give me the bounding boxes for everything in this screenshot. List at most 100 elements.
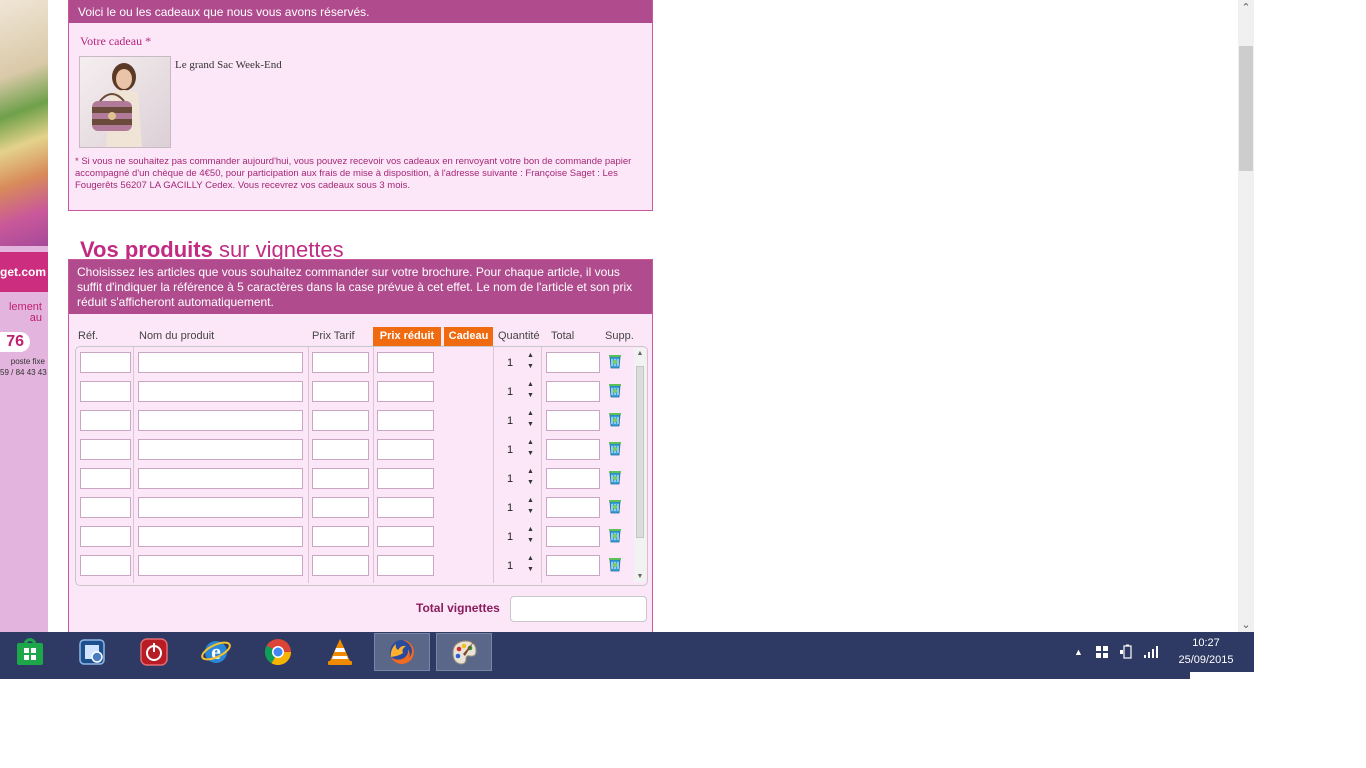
list-price-input[interactable] [312, 468, 369, 489]
total-input-cell[interactable] [546, 439, 600, 460]
list-price-input[interactable] [312, 497, 369, 518]
internet-explorer-icon[interactable]: e [188, 633, 244, 671]
product-name-input[interactable] [138, 497, 303, 518]
quantity-value[interactable]: 1 [507, 386, 513, 398]
chrome-icon[interactable] [250, 633, 306, 671]
clock-date[interactable]: 25/09/2015 [1171, 654, 1241, 666]
delete-trash-icon[interactable] [608, 411, 622, 427]
action-center-icon[interactable] [1095, 645, 1109, 662]
total-input-cell[interactable] [546, 381, 600, 402]
reduced-price-input[interactable] [377, 439, 434, 460]
quantity-up-icon[interactable]: ▲ [527, 468, 534, 475]
total-input-cell[interactable] [546, 468, 600, 489]
product-name-input[interactable] [138, 439, 303, 460]
quantity-down-icon[interactable]: ▼ [527, 363, 534, 370]
product-name-input[interactable] [138, 468, 303, 489]
delete-trash-icon[interactable] [608, 353, 622, 369]
quantity-down-icon[interactable]: ▼ [527, 450, 534, 457]
ref-input[interactable] [80, 497, 131, 518]
firefox-icon[interactable] [374, 633, 430, 671]
quantity-down-icon[interactable]: ▼ [527, 421, 534, 428]
network-signal-icon[interactable] [1143, 645, 1159, 662]
total-input-cell[interactable] [546, 555, 600, 576]
quantity-value[interactable]: 1 [507, 531, 513, 543]
list-price-input[interactable] [312, 352, 369, 373]
delete-trash-icon[interactable] [608, 556, 622, 572]
reduced-price-input[interactable] [377, 497, 434, 518]
quantity-value[interactable]: 1 [507, 560, 513, 572]
page-scroll-down-icon[interactable]: ⌄ [1238, 618, 1254, 631]
reduced-price-input[interactable] [377, 381, 434, 402]
quantity-value[interactable]: 1 [507, 444, 513, 456]
product-name-input[interactable] [138, 381, 303, 402]
quantity-up-icon[interactable]: ▲ [527, 555, 534, 562]
quantity-down-icon[interactable]: ▼ [527, 566, 534, 573]
total-input-cell[interactable] [546, 410, 600, 431]
table-scrollbar[interactable]: ▲ ▼ [634, 348, 646, 582]
page-scrollbar[interactable]: ⌃ ⌄ [1238, 0, 1254, 632]
product-name-input[interactable] [138, 352, 303, 373]
product-name-input[interactable] [138, 555, 303, 576]
windows-store-icon[interactable] [2, 633, 58, 671]
quantity-value[interactable]: 1 [507, 473, 513, 485]
ref-input[interactable] [80, 381, 131, 402]
vlc-icon[interactable] [312, 633, 368, 671]
system-tool-icon[interactable] [64, 633, 120, 671]
quantity-up-icon[interactable]: ▲ [527, 439, 534, 446]
ref-input[interactable] [80, 526, 131, 547]
delete-trash-icon[interactable] [608, 440, 622, 456]
paint-icon[interactable] [436, 633, 492, 671]
list-price-input[interactable] [312, 526, 369, 547]
quantity-up-icon[interactable]: ▲ [527, 526, 534, 533]
quantity-value[interactable]: 1 [507, 357, 513, 369]
quantity-up-icon[interactable]: ▲ [527, 410, 534, 417]
quantity-up-icon[interactable]: ▲ [527, 497, 534, 504]
product-name-input[interactable] [138, 410, 303, 431]
list-price-input[interactable] [312, 555, 369, 576]
delete-trash-icon[interactable] [608, 382, 622, 398]
total-vignettes-field[interactable] [510, 596, 647, 622]
page-scroll-up-icon[interactable]: ⌃ [1238, 1, 1254, 14]
reduced-price-input[interactable] [377, 526, 434, 547]
ref-input[interactable] [80, 439, 131, 460]
quantity-down-icon[interactable]: ▼ [527, 508, 534, 515]
ref-input[interactable] [80, 410, 131, 431]
table-scroll-thumb[interactable] [636, 366, 644, 538]
quantity-value[interactable]: 1 [507, 415, 513, 427]
product-name-input[interactable] [138, 526, 303, 547]
list-price-input[interactable] [312, 410, 369, 431]
quantity-up-icon[interactable]: ▲ [527, 352, 534, 359]
ref-input[interactable] [80, 555, 131, 576]
list-price-input[interactable] [312, 439, 369, 460]
list-price-input[interactable] [312, 381, 369, 402]
total-input-cell[interactable] [546, 526, 600, 547]
quantity-down-icon[interactable]: ▼ [527, 479, 534, 486]
quantity-up-icon[interactable]: ▲ [527, 381, 534, 388]
products-table[interactable]: 1 ▲ ▼ 1 ▲ ▼ 1 ▲ ▼ 1 ▲ ▼ 1 ▲ ▼ 1 ▲ ▼ 1 ▲ ▼ 1 ▲ ▼ ▲ ▼ [75, 346, 648, 586]
power-button-icon[interactable] [126, 633, 182, 671]
scroll-down-arrow-icon[interactable]: ▼ [634, 573, 646, 580]
ref-input[interactable] [80, 352, 131, 373]
delete-trash-icon[interactable] [608, 469, 622, 485]
ref-input[interactable] [80, 468, 131, 489]
quantity-value[interactable]: 1 [507, 502, 513, 514]
reduced-price-input[interactable] [377, 410, 434, 431]
scroll-up-arrow-icon[interactable]: ▲ [634, 350, 646, 357]
total-input-cell[interactable] [546, 497, 600, 518]
page-scroll-thumb[interactable] [1239, 46, 1253, 171]
col-head-list-price: Prix Tarif [312, 330, 355, 342]
battery-icon[interactable] [1119, 644, 1135, 663]
delete-trash-icon[interactable] [608, 498, 622, 514]
reduced-price-input[interactable] [377, 555, 434, 576]
clock-time[interactable]: 10:27 [1181, 637, 1231, 649]
reduced-price-input[interactable] [377, 468, 434, 489]
reduced-price-input[interactable] [377, 352, 434, 373]
taskbar: e [0, 632, 1254, 672]
total-input-cell[interactable] [546, 352, 600, 373]
show-hidden-icons-icon[interactable]: ▲ [1074, 647, 1083, 657]
quantity-down-icon[interactable]: ▼ [527, 392, 534, 399]
promo-text: lement au [0, 302, 48, 324]
delete-trash-icon[interactable] [608, 527, 622, 543]
quantity-down-icon[interactable]: ▼ [527, 537, 534, 544]
left-sidebar-banner[interactable]: get.com lement au 76 poste fixe 59 / 84 … [0, 0, 48, 632]
